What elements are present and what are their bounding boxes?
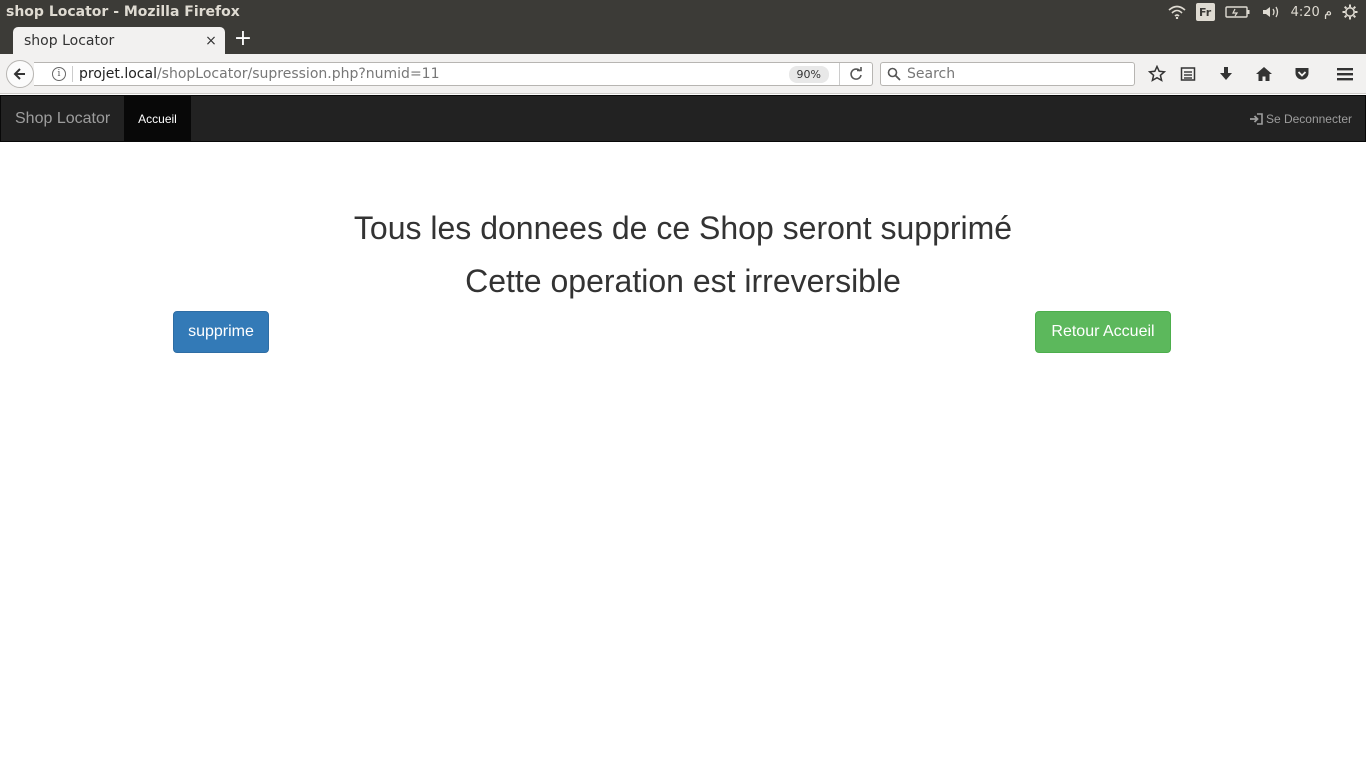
window-title: shop Locator - Mozilla Firefox xyxy=(6,4,240,20)
clock[interactable]: 4:20 م xyxy=(1291,5,1332,20)
wifi-icon[interactable] xyxy=(1168,5,1186,19)
tab-close-icon[interactable]: × xyxy=(201,33,221,49)
url-separator xyxy=(72,66,73,82)
os-top-panel: shop Locator - Mozilla Firefox Fr 4:20 م xyxy=(0,0,1366,24)
url-path: /shopLocator/supression.php?numid=11 xyxy=(156,66,440,82)
pocket-icon[interactable] xyxy=(1292,64,1312,84)
battery-icon[interactable] xyxy=(1224,5,1251,19)
search-bar[interactable] xyxy=(880,62,1135,86)
zoom-indicator[interactable]: 90% xyxy=(788,65,829,83)
navigation-toolbar: i projet.local/shopLocator/supression.ph… xyxy=(0,54,1366,94)
warning-heading: Tous les donnees de ce Shop seront suppr… xyxy=(353,210,1013,246)
bookmark-star-icon[interactable] xyxy=(1147,64,1167,84)
keyboard-layout-indicator[interactable]: Fr xyxy=(1195,3,1215,21)
logout-link[interactable]: Se Deconnecter xyxy=(1249,96,1352,141)
downloads-icon[interactable] xyxy=(1216,64,1236,84)
new-tab-button[interactable]: + xyxy=(232,28,254,50)
back-arrow-icon xyxy=(13,68,25,80)
reading-list-icon[interactable] xyxy=(1178,64,1198,84)
tab-title: shop Locator xyxy=(24,32,115,49)
nav-item-accueil[interactable]: Accueil xyxy=(124,96,191,141)
site-info-icon[interactable]: i xyxy=(52,67,66,81)
settings-gear-icon[interactable] xyxy=(1342,4,1358,20)
navbar-brand[interactable]: Shop Locator xyxy=(15,96,110,141)
url-text[interactable]: projet.local/shopLocator/supression.php?… xyxy=(79,66,789,82)
tab-shop-locator[interactable]: shop Locator × xyxy=(13,27,225,54)
volume-icon[interactable] xyxy=(1261,5,1281,19)
app-navbar: Shop Locator Accueil Se Deconnecter xyxy=(0,95,1366,142)
tab-strip: shop Locator × + xyxy=(0,24,1366,54)
system-indicators: Fr 4:20 م xyxy=(1168,3,1366,21)
url-host: projet.local xyxy=(79,66,157,82)
home-icon[interactable] xyxy=(1254,64,1274,84)
back-home-button[interactable]: Retour Accueil xyxy=(1035,311,1171,353)
reload-icon[interactable] xyxy=(840,67,872,81)
menu-hamburger-icon[interactable] xyxy=(1335,64,1355,84)
search-icon xyxy=(887,67,901,81)
irreversible-heading: Cette operation est irreversible xyxy=(465,263,901,299)
search-input[interactable] xyxy=(907,66,1127,82)
url-bar[interactable]: i projet.local/shopLocator/supression.ph… xyxy=(34,62,873,86)
logout-label: Se Deconnecter xyxy=(1265,111,1352,126)
log-in-icon xyxy=(1249,112,1263,125)
back-button[interactable] xyxy=(6,60,34,88)
delete-button[interactable]: supprime xyxy=(173,311,269,353)
